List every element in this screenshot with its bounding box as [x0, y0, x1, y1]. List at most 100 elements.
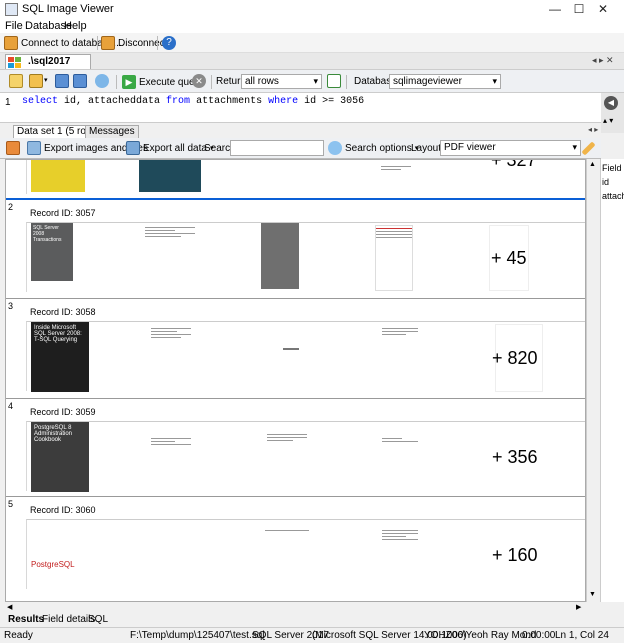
page-thumbnail[interactable]: [382, 436, 418, 486]
record-row[interactable]: 5 Record ID: 3060 PostgreSQL + 160: [6, 497, 585, 601]
export-icon[interactable]: [6, 141, 20, 155]
page-thumbnail[interactable]: [283, 348, 299, 350]
record-row[interactable]: 4 Record ID: 3059 PostgreSQL 8 Administr…: [6, 399, 585, 497]
photo-thumbnail[interactable]: [261, 223, 299, 289]
chevron-down-icon[interactable]: ▾: [44, 76, 48, 84]
tab-results[interactable]: Results: [8, 614, 44, 625]
database-select[interactable]: sqlimageviewer ▾: [389, 74, 501, 89]
more-pages-count: + 820: [492, 348, 538, 368]
more-pages-count: + 45: [491, 248, 527, 268]
thumbnail-cell[interactable]: [114, 160, 201, 194]
window-title: SQL Image Viewer: [22, 3, 114, 15]
save-icon[interactable]: [55, 74, 69, 88]
book-cover-thumbnail[interactable]: [31, 160, 85, 192]
tab-messages[interactable]: Messages: [85, 125, 139, 138]
page-thumbnail[interactable]: [267, 432, 307, 482]
record-id-label: Record ID: 3060: [30, 505, 96, 515]
sql-keyword: where: [268, 96, 299, 107]
menu-help[interactable]: Help: [64, 20, 87, 32]
row-number: 3: [8, 301, 14, 311]
find-icon[interactable]: [95, 74, 109, 88]
tab-sql[interactable]: SQL: [88, 614, 108, 625]
layout-select[interactable]: PDF viewer ▾: [440, 140, 581, 156]
record-row[interactable]: 2 Record ID: 3057 SQL Server 2008 Transa…: [6, 200, 585, 299]
page-thumbnail[interactable]: [382, 528, 418, 588]
save-all-icon[interactable]: [73, 74, 87, 88]
stop-icon[interactable]: ✕: [192, 74, 206, 88]
separator: [211, 75, 212, 89]
results-grid[interactable]: + 327 2 Record ID: 3057 SQL Server 2008 …: [5, 159, 586, 602]
page-thumbnail[interactable]: [381, 164, 411, 184]
record-row[interactable]: 3 Record ID: 3058 Inside Microsoft SQL S…: [6, 299, 585, 399]
book-cover-thumbnail[interactable]: PostgreSQL 8 Administration Cookbook: [31, 422, 89, 492]
search-input[interactable]: [230, 140, 324, 156]
help-button[interactable]: ?: [162, 35, 176, 51]
tab-nav-icon[interactable]: ◂ ▸: [588, 125, 598, 134]
status-text: Ready: [4, 630, 33, 641]
vertical-scrollbar[interactable]: ▲ ▼: [586, 159, 599, 602]
user-name: YOHZ06\Yeoh Ray Mond: [424, 630, 537, 641]
menu-bar: File Database Help: [0, 19, 624, 33]
page-thumbnail[interactable]: [145, 225, 195, 285]
scroll-right-icon[interactable]: ▶: [576, 603, 581, 611]
close-button[interactable]: ✕: [580, 0, 624, 19]
execute-query-button[interactable]: ▶ Execute query: [122, 74, 203, 90]
book-cover-thumbnail[interactable]: Inside Microsoft SQL Server 2008: T-SQL …: [31, 322, 89, 392]
record-row[interactable]: + 327: [6, 160, 585, 200]
row-number: 2: [8, 202, 14, 212]
open-file-icon[interactable]: [29, 74, 43, 88]
scroll-arrows-icon[interactable]: ▴ ▾: [603, 116, 613, 125]
grid-view-icon[interactable]: [327, 74, 341, 88]
chevron-down-icon: ▾: [492, 76, 497, 86]
new-query-icon[interactable]: [9, 74, 23, 88]
thumbnail-strip: PostgreSQL 8 Administration Cookbook + 3…: [26, 421, 585, 492]
sql-code[interactable]: select id, attacheddata from attachments…: [22, 96, 364, 107]
play-icon: ▶: [122, 75, 136, 89]
app-icon: [5, 3, 18, 16]
page-thumbnail[interactable]: [151, 436, 191, 486]
thumbnail-strip: SQL Server 2008 Transactions + 45: [26, 222, 585, 292]
collapse-icon[interactable]: ◀: [604, 96, 618, 110]
thumbnail-cell[interactable]: [26, 160, 111, 194]
page-thumbnail[interactable]: [375, 225, 413, 291]
tab-sql2017[interactable]: .\sql2017: [5, 54, 91, 69]
pencil-icon[interactable]: [581, 141, 596, 156]
horizontal-scrollbar[interactable]: ◀ ▶: [5, 602, 586, 613]
row-number: 5: [8, 499, 14, 509]
book-cover-thumbnail[interactable]: [139, 160, 201, 192]
search-icon: [328, 141, 342, 155]
sql-editor[interactable]: 1 select id, attacheddata from attachmen…: [0, 93, 601, 123]
sql-text: attachments: [190, 96, 269, 107]
field-item[interactable]: attach: [602, 191, 624, 201]
book-cover-thumbnail[interactable]: SQL Server 2008 Transactions: [31, 223, 73, 281]
scroll-down-icon[interactable]: ▼: [589, 591, 596, 598]
more-pages-count: + 356: [492, 447, 538, 467]
menu-file[interactable]: File: [5, 20, 23, 32]
help-icon: ?: [162, 36, 176, 50]
windows-logo-icon: [8, 57, 21, 68]
chevron-down-icon: ▾: [313, 76, 318, 86]
record-id-label: Record ID: 3057: [30, 208, 96, 218]
scroll-left-icon[interactable]: ◀: [7, 603, 12, 611]
field-item[interactable]: id: [602, 177, 609, 187]
separator: [97, 36, 98, 50]
scroll-up-icon[interactable]: ▲: [589, 161, 596, 168]
book-cover-thumbnail[interactable]: PostgreSQL: [31, 520, 87, 592]
record-id-label: Record ID: 3058: [30, 307, 96, 317]
field-header: Field: [602, 163, 622, 173]
document-tab-strip: ◂ ▸ ✕: [0, 53, 624, 69]
page-thumbnail[interactable]: [265, 528, 309, 588]
results-toolbar: Export images and files Export all data ▾…: [0, 138, 601, 159]
sql-keyword: select: [22, 96, 59, 107]
separator: [116, 75, 117, 89]
page-thumbnail[interactable]: [151, 326, 191, 386]
query-toolbar: ▾ ▶ Execute query ✕ Return all rows ▾ Dat…: [0, 69, 624, 93]
record-id-label: Record ID: 3059: [30, 407, 96, 417]
page-thumbnail[interactable]: [382, 326, 418, 386]
sql-text: id, attacheddata: [58, 96, 167, 107]
status-bar: Ready F:\Temp\dump\125407\test.sql SQL S…: [0, 627, 624, 643]
tab-scroll-icon[interactable]: ◂ ▸ ✕: [592, 55, 614, 66]
export-all-data-button[interactable]: Export all data ▾: [126, 140, 213, 156]
return-select[interactable]: all rows ▾: [241, 74, 322, 89]
search-options-button[interactable]: Search options ▾: [328, 140, 418, 156]
